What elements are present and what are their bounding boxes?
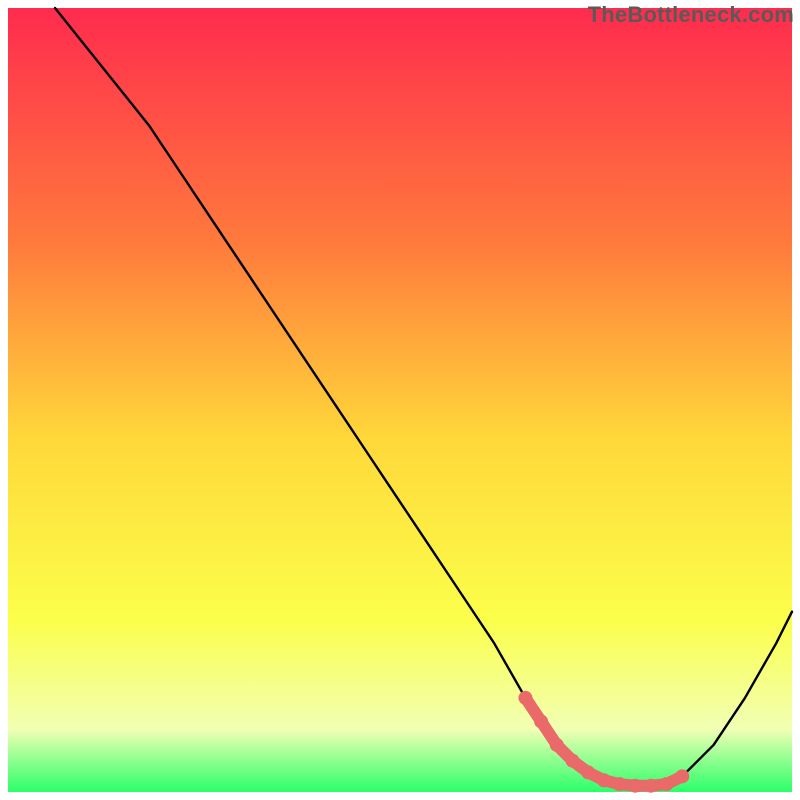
marker-dot (550, 738, 564, 752)
marker-dot (660, 777, 674, 791)
marker-dot (581, 765, 595, 779)
marker-dot (613, 777, 627, 791)
marker-dot (518, 691, 532, 705)
plot-background (8, 8, 792, 792)
marker-dot (675, 769, 689, 783)
marker-dot (597, 773, 611, 787)
bottleneck-chart (0, 0, 800, 800)
marker-dot (534, 714, 548, 728)
marker-dot (565, 754, 579, 768)
watermark-text: TheBottleneck.com (588, 2, 794, 28)
marker-dot (628, 779, 642, 793)
chart-stage: TheBottleneck.com (0, 0, 800, 800)
marker-dot (644, 779, 658, 793)
